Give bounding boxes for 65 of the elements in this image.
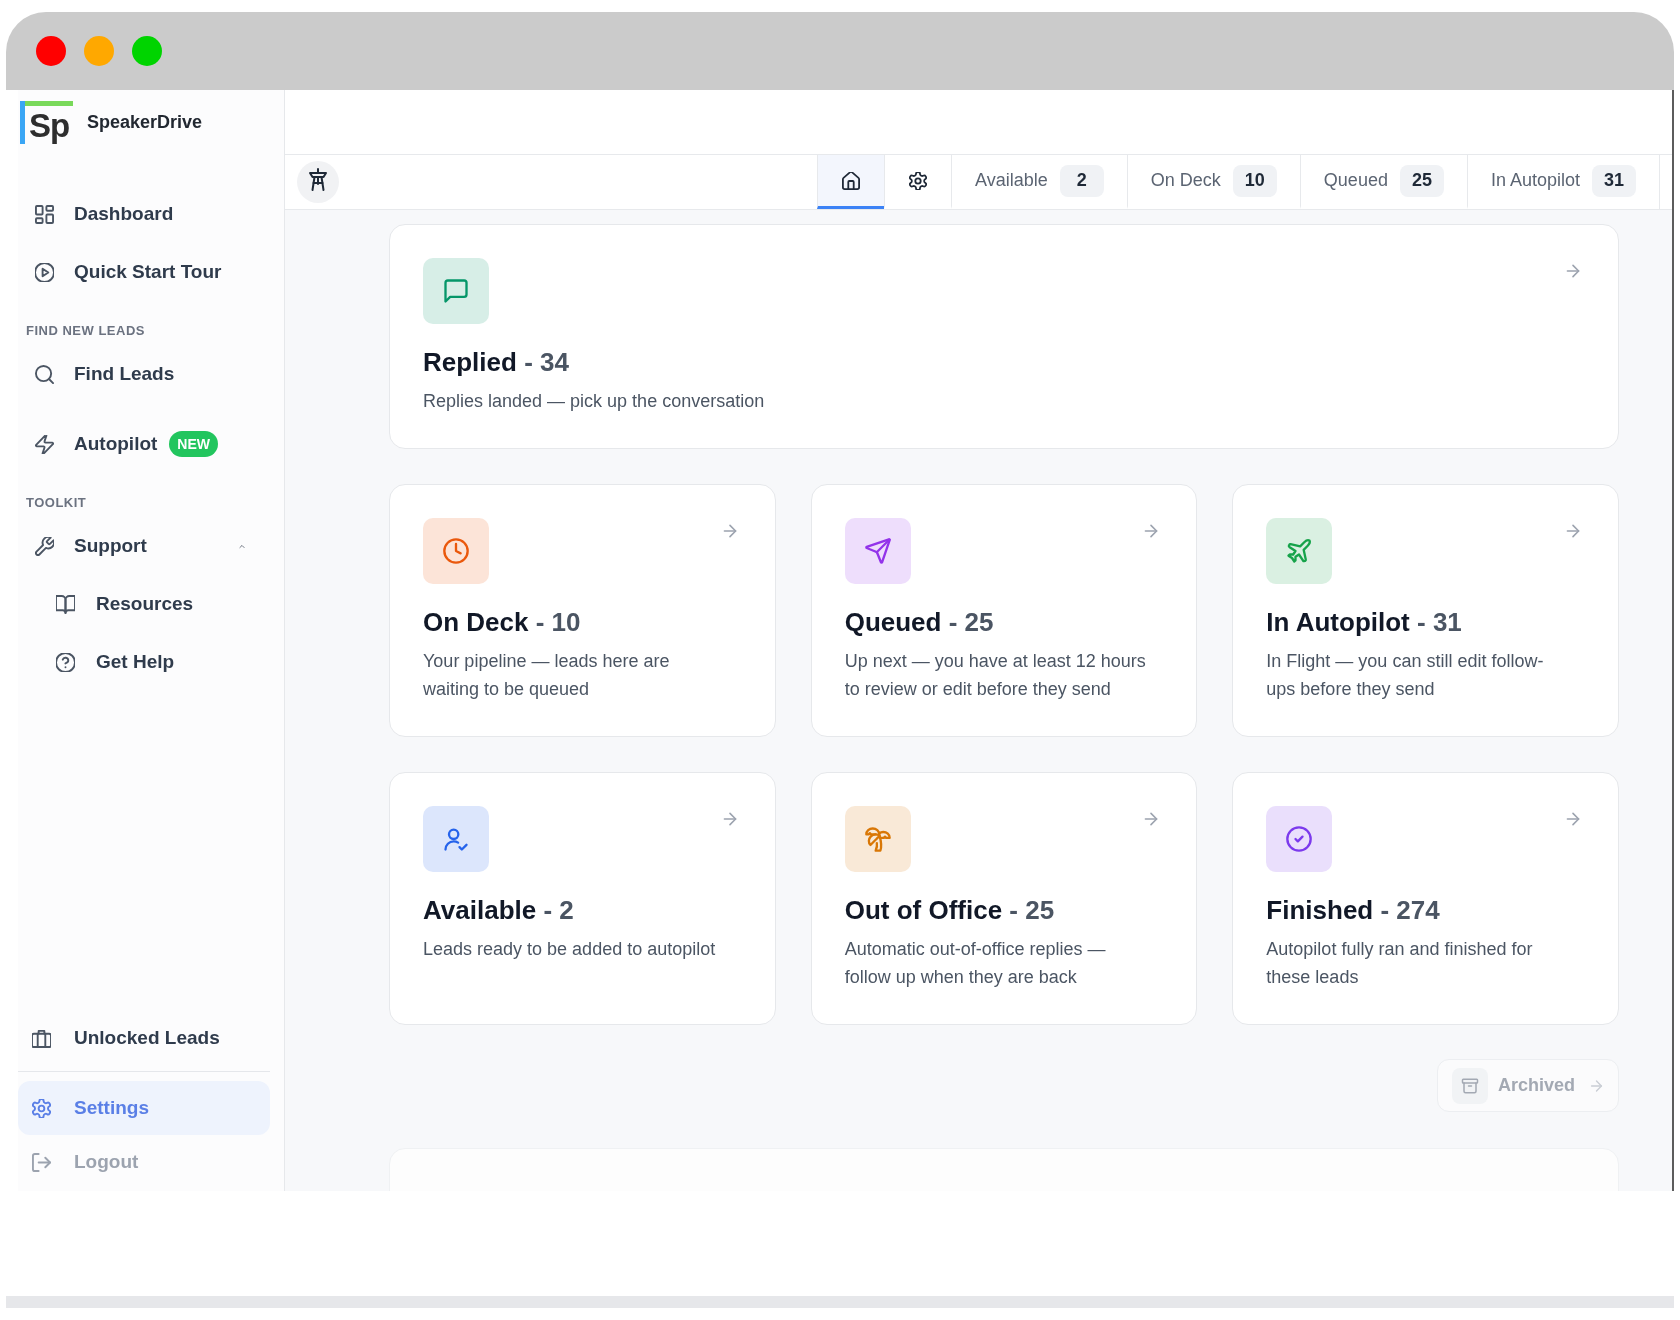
settings-icon — [909, 171, 928, 190]
archive-icon — [1451, 1067, 1488, 1104]
send-icon — [844, 518, 911, 584]
status-card[interactable]: Queued - 25 Up next — you have at least 12 hours to review or edit before they send — [810, 484, 1198, 737]
search-icon — [35, 364, 54, 384]
card-title: Out of Office - 25 — [844, 894, 1056, 926]
tab[interactable]: Queued 25 — [1299, 155, 1467, 209]
tab[interactable] — [817, 155, 885, 209]
tower-icon — [297, 161, 339, 203]
chat-bubble-icon — [423, 258, 489, 324]
grid-icon — [35, 204, 54, 224]
palm-tree-icon — [844, 806, 911, 872]
nav-item[interactable]: Unlocked Leads — [18, 1011, 270, 1065]
card-title: Queued - 25 — [844, 606, 995, 638]
card-description: Up next — you have at least 12 hours to review or edit before they send — [844, 650, 1147, 701]
tab[interactable]: In Autopilot 31 — [1466, 155, 1659, 209]
help-icon — [56, 652, 75, 672]
close-icon[interactable] — [36, 36, 66, 66]
nav-item[interactable]: Quick Start Tour — [18, 243, 270, 301]
card-description: Replies landed — pick up the conversation — [423, 390, 766, 413]
nav-item[interactable]: Autopilot NEW — [18, 415, 270, 473]
clock-icon — [423, 518, 489, 584]
section-heading: FIND NEW LEADS — [25, 322, 146, 340]
book-icon — [56, 594, 75, 614]
status-card[interactable]: Replied - 34 Replies landed — pick up the conversation — [389, 224, 1619, 449]
user-check-icon — [423, 806, 489, 872]
chevron-up-icon[interactable] — [236, 542, 248, 550]
briefcase-icon — [32, 1028, 51, 1048]
lightning-icon — [35, 434, 54, 454]
nav-item[interactable]: Support — [18, 517, 270, 575]
card-title: Available - 2 — [423, 894, 575, 926]
nav-item[interactable]: Get Help — [18, 633, 270, 691]
logout-icon — [32, 1152, 51, 1172]
wrench-icon — [35, 536, 54, 556]
card-title: Finished - 274 — [1266, 894, 1441, 926]
status-card[interactable]: Available - 2 Leads ready to be added to autopilot — [389, 772, 776, 1025]
nav-item[interactable]: Dashboard — [18, 185, 270, 243]
nav-item[interactable]: Find Leads — [18, 345, 270, 403]
card-title: On Deck - 10 — [423, 606, 582, 638]
status-card[interactable]: In Autopilot - 31 In Flight — you can still edit follow-ups before they send — [1232, 484, 1619, 737]
new-badge: NEW — [169, 431, 219, 457]
card-description: Automatic out-of-office replies — follow up when they are back — [844, 938, 1107, 989]
tab[interactable]: Available 2 — [951, 155, 1127, 209]
tab[interactable]: On Deck 10 — [1126, 155, 1300, 209]
card-description: Autopilot fully ran and finished for these leads — [1266, 938, 1534, 989]
settings-icon — [32, 1098, 51, 1118]
card-description: In Flight — you can still edit follow-ups before they send — [1266, 650, 1545, 701]
airplane-icon — [1266, 518, 1333, 584]
card-title: In Autopilot - 31 — [1266, 606, 1463, 638]
card-description: Your pipeline — leads here are waiting to be queued — [423, 650, 671, 701]
home-icon — [842, 171, 861, 190]
status-card[interactable]: Finished - 274 Autopilot fully ran and finished for these leads — [1232, 772, 1619, 1025]
count-badge: 10 — [1232, 164, 1277, 197]
status-card[interactable]: Out of Office - 25 Automatic out-of-office replies — follow up when they are back — [810, 772, 1198, 1025]
nav-item[interactable]: Resources — [18, 575, 270, 633]
card-title: Replied - 34 — [423, 346, 570, 378]
section-heading: TOOLKIT — [25, 494, 88, 512]
count-badge: 2 — [1059, 164, 1104, 197]
arrow-right-icon — [1589, 1078, 1604, 1093]
count-badge: 25 — [1399, 164, 1444, 197]
card-description: Leads ready to be added to autopilot — [423, 938, 717, 961]
brand-name: SpeakerDrive — [87, 112, 203, 133]
status-card[interactable]: On Deck - 10 Your pipeline — leads here are waiting to be queued — [389, 484, 776, 737]
brand-logo: Sp — [20, 101, 73, 144]
count-badge: 31 — [1592, 164, 1636, 197]
